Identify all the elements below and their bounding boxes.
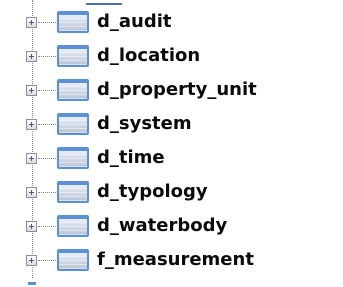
expand-plus-icon[interactable] xyxy=(26,255,37,266)
table-icon xyxy=(57,249,89,271)
tree-node-d-location[interactable]: d_location xyxy=(0,40,343,72)
tree-node-d-property-unit[interactable]: d_property_unit xyxy=(0,74,343,106)
table-icon xyxy=(57,45,89,67)
tree-horizontal-connector xyxy=(38,124,56,125)
tree-horizontal-connector xyxy=(38,158,56,159)
tree-node-f-measurement[interactable]: f_measurement xyxy=(0,244,343,276)
table-icon xyxy=(57,147,89,169)
tree-node-label[interactable]: d_time xyxy=(97,146,165,170)
table-icon xyxy=(57,181,89,203)
table-icon xyxy=(57,11,89,33)
tree-node-d-waterbody[interactable]: d_waterbody xyxy=(0,210,343,242)
tree-node-d-typology[interactable]: d_typology xyxy=(0,176,343,208)
expand-plus-icon[interactable] xyxy=(26,17,37,28)
expand-plus-icon[interactable] xyxy=(26,153,37,164)
tree-node-label[interactable]: d_property_unit xyxy=(97,78,257,102)
tree-horizontal-connector xyxy=(38,226,56,227)
tree-node-label[interactable]: d_system xyxy=(97,112,192,136)
next-item-fragment xyxy=(28,282,36,285)
tree-node-label[interactable]: d_location xyxy=(97,44,200,68)
tree-node-d-time[interactable]: d_time xyxy=(0,142,343,174)
tree-horizontal-connector xyxy=(38,22,56,23)
tree-horizontal-connector xyxy=(38,260,56,261)
expand-plus-icon[interactable] xyxy=(26,51,37,62)
table-icon xyxy=(57,113,89,135)
tree-node-label[interactable]: d_audit xyxy=(97,10,172,34)
tree-horizontal-connector xyxy=(38,192,56,193)
expand-plus-icon[interactable] xyxy=(26,221,37,232)
tree-horizontal-connector xyxy=(38,56,56,57)
tree-horizontal-connector xyxy=(38,90,56,91)
table-icon xyxy=(57,215,89,237)
tree-node-d-system[interactable]: d_system xyxy=(0,108,343,140)
database-tables-tree: d_audit d_location d_property_unit d_sys… xyxy=(0,0,343,287)
tree-node-d-audit[interactable]: d_audit xyxy=(0,6,343,38)
table-icon xyxy=(57,79,89,101)
expand-plus-icon[interactable] xyxy=(26,119,37,130)
expand-plus-icon[interactable] xyxy=(26,187,37,198)
expand-plus-icon[interactable] xyxy=(26,85,37,96)
previous-item-fragment xyxy=(86,3,122,5)
tree-node-label[interactable]: d_waterbody xyxy=(97,214,227,238)
tree-node-label[interactable]: d_typology xyxy=(97,180,208,204)
tree-node-label[interactable]: f_measurement xyxy=(97,248,254,272)
